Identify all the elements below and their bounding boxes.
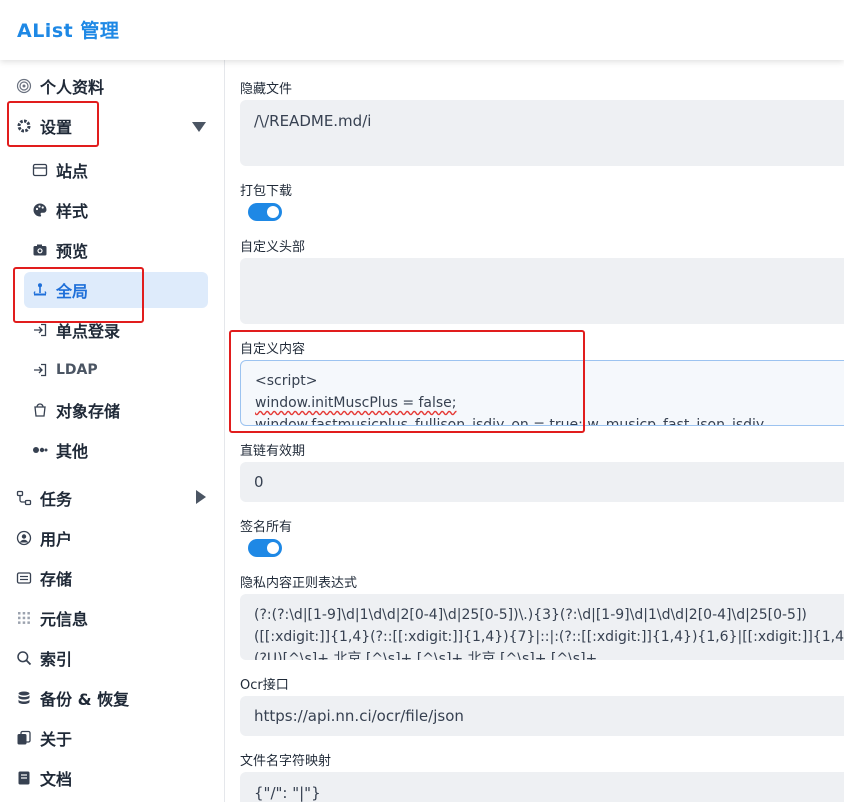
sidebar-item-storages[interactable]: 存储 [16, 560, 216, 596]
sidebar-item-backup[interactable]: 备份 & 恢复 [16, 680, 216, 716]
sidebar-item-label: 任务 [40, 490, 73, 509]
sidebar-item-tasks[interactable]: 任务 [16, 480, 216, 516]
app-title[interactable]: AList 管理 [17, 16, 119, 43]
sidebar-item-label: 站点 [56, 162, 89, 181]
custom-head-textarea[interactable] [240, 258, 844, 324]
sidebar-item-users[interactable]: 用户 [16, 520, 216, 556]
custom-body-label: 自定义内容 [240, 342, 306, 357]
code-line: (?:(?:\d|[1-9]\d|1\d\d|2[0-4]\d|25[0-5])… [254, 607, 807, 623]
sidebar-item-label: 索引 [40, 650, 73, 669]
code-line: ([[:xdigit:]]{1,4}(?::[[:xdigit:]]{1,4})… [254, 629, 844, 645]
sidebar-item-label: 全局 [56, 282, 89, 301]
sidebar-item-label: 备份 & 恢复 [40, 690, 130, 709]
sidebar-item-label: 用户 [40, 530, 73, 549]
sidebar-item-label: 预览 [56, 242, 89, 261]
sidebar-item-sso[interactable]: 单点登录 [24, 312, 208, 348]
sidebar-item-label: 设置 [40, 118, 73, 137]
privacy-regex-textarea[interactable]: (?:(?:\d|[1-9]\d|1\d\d|2[0-4]\d|25[0-5])… [240, 594, 844, 660]
copy-icon [16, 730, 32, 746]
sidebar-item-object-storage[interactable]: 对象存储 [24, 392, 208, 428]
package-download-label: 打包下载 [240, 184, 293, 199]
sidebar-item-preview[interactable]: 预览 [24, 232, 208, 268]
sidebar-item-profile[interactable]: 个人资料 [16, 68, 216, 104]
code-line: window.initMuscPlus = false; [255, 392, 844, 414]
bucket-icon [32, 402, 48, 418]
book-icon [16, 770, 32, 786]
sidebar-item-label: 存储 [40, 570, 73, 589]
flow-icon [16, 490, 32, 506]
sidebar-item-label: 单点登录 [56, 322, 121, 341]
sidebar-item-about[interactable]: 关于 [16, 720, 216, 756]
package-download-toggle[interactable] [248, 203, 282, 221]
privacy-regex-label: 隐私内容正则表达式 [240, 576, 358, 591]
link-expiration-label: 直链有效期 [240, 444, 306, 459]
sidebar-item-style[interactable]: 样式 [24, 192, 208, 228]
sidebar-item-label: 样式 [56, 202, 89, 221]
fingerprint-icon [16, 78, 32, 94]
ocr-api-label: Ocr接口 [240, 678, 289, 693]
hidden-files-label: 隐藏文件 [240, 82, 293, 97]
filename-map-label: 文件名字符映射 [240, 754, 332, 769]
filename-map-textarea[interactable]: {"/": "|"} [240, 772, 844, 802]
sidebar-item-other[interactable]: 其他 [24, 432, 208, 468]
joystick-icon [32, 282, 48, 298]
ocr-api-input[interactable]: https://api.nn.ci/ocr/file/json [240, 696, 844, 736]
header: AList 管理 [0, 0, 844, 60]
sidebar: 个人资料 设置 站点 样式 预览 全局 单点登录 LDAP 对象存储 其他 任务… [0, 60, 225, 802]
code-line: (?U)[^\s]+ 北京 [^\s]+ [^\s]+ 北京 [^\s]+ [^… [254, 651, 598, 660]
sidebar-item-ldap[interactable]: LDAP [24, 352, 208, 388]
camera-icon [32, 242, 48, 258]
hidden-files-value: /\/README.md/i [254, 112, 372, 130]
code-line: window.initMuscPlus = false; [255, 395, 457, 411]
sidebar-item-label: 其他 [56, 442, 89, 461]
chevron-down-icon[interactable] [192, 122, 206, 132]
sign-all-label: 签名所有 [240, 520, 293, 535]
chevron-right-icon[interactable] [196, 490, 206, 504]
custom-head-label: 自定义头部 [240, 240, 306, 255]
hidden-files-textarea[interactable]: /\/README.md/i [240, 100, 844, 166]
settings-form: 隐藏文件 /\/README.md/i 打包下载 自定义头部 自定义内容 <sc… [225, 60, 844, 802]
sidebar-item-label: LDAP [56, 362, 98, 378]
filename-map-value: {"/": "|"} [254, 784, 321, 802]
gear-icon [16, 118, 32, 134]
database-icon [16, 570, 32, 586]
sidebar-item-label: 关于 [40, 730, 73, 749]
sidebar-item-global[interactable]: 全局 [24, 272, 208, 308]
sign-all-toggle[interactable] [248, 539, 282, 557]
code-line: <script> [255, 373, 318, 389]
link-expiration-value: 0 [254, 473, 264, 491]
user-circle-icon [16, 530, 32, 546]
sidebar-item-index[interactable]: 索引 [16, 640, 216, 676]
palette-icon [32, 202, 48, 218]
search-icon [16, 650, 32, 666]
link-expiration-input[interactable]: 0 [240, 462, 844, 502]
sidebar-item-site[interactable]: 站点 [24, 152, 208, 188]
dots-icon [32, 442, 48, 458]
code-line: window.fastmusicplus_fulljson_isdiy_on =… [255, 417, 765, 426]
grid-icon [16, 610, 32, 626]
sidebar-item-docs[interactable]: 文档 [16, 760, 216, 796]
window-icon [32, 162, 48, 178]
sidebar-item-settings[interactable]: 设置 [16, 108, 216, 144]
sidebar-item-meta[interactable]: 元信息 [16, 600, 216, 636]
sidebar-item-label: 文档 [40, 770, 73, 789]
custom-body-textarea[interactable]: <script> window.initMuscPlus = false; wi… [240, 360, 844, 426]
sidebar-item-label: 个人资料 [40, 78, 105, 97]
ocr-api-value: https://api.nn.ci/ocr/file/json [254, 707, 464, 725]
sidebar-item-label: 元信息 [40, 610, 89, 629]
sidebar-item-label: 对象存储 [56, 402, 121, 421]
database-stack-icon [16, 690, 32, 706]
login-icon [32, 362, 48, 378]
login-icon [32, 322, 48, 338]
